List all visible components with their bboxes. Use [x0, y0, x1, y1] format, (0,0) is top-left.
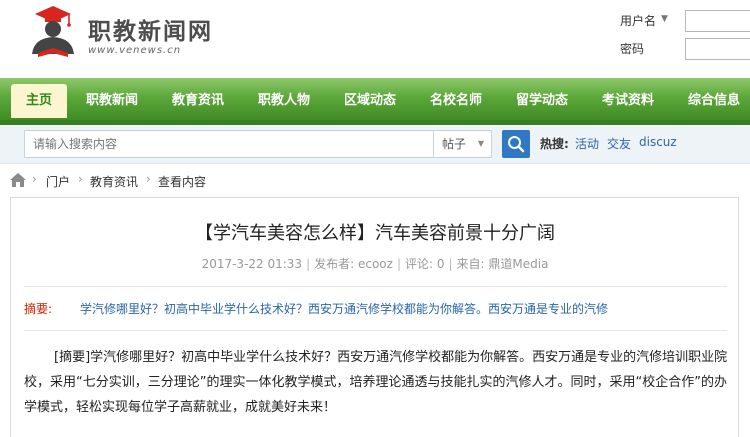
- nav-item-home[interactable]: 主页: [11, 84, 67, 118]
- caret-down-icon[interactable]: ▼: [661, 14, 668, 24]
- article-author[interactable]: 发布者: ecooz: [314, 257, 393, 271]
- nav-item-regional[interactable]: 区域动态: [344, 84, 396, 118]
- site-title[interactable]: 职教新闻网: [88, 12, 213, 46]
- nav-item-vocational-news[interactable]: 职教新闻: [86, 84, 138, 118]
- article-comments[interactable]: 评论: 0: [405, 257, 445, 271]
- search-bar: 帖子 ▼ 热搜: 活动 交友 discuz: [0, 125, 750, 164]
- caret-down-icon: ▼: [477, 139, 484, 148]
- summary-label: 摘要:: [24, 302, 53, 316]
- summary-text: 学汽修哪里好？初高中毕业学什么技术好？西安万通汽修学校都能为你解答。西安万通是专…: [80, 302, 609, 316]
- meta-separator: |: [306, 257, 311, 271]
- nav-item-exams[interactable]: 考试资料: [602, 84, 654, 118]
- home-icon[interactable]: [10, 173, 26, 187]
- search-type-label: 帖子: [442, 137, 467, 151]
- article-date: 2017-3-22 01:33: [201, 257, 303, 271]
- nav-item-general[interactable]: 综合信息: [688, 84, 740, 118]
- breadcrumb-current: 查看内容: [158, 175, 207, 189]
- password-row: 密码: [620, 38, 750, 60]
- password-label: 密码: [620, 42, 645, 56]
- meta-separator: |: [396, 257, 401, 271]
- username-input[interactable]: [685, 10, 750, 32]
- nav-item-study-abroad[interactable]: 留学动态: [516, 84, 568, 118]
- article-title: 【学汽车美容怎么样】汽车美容前景十分广阔: [195, 223, 555, 244]
- article-meta: 2017-3-22 01:33 | 发布者: ecooz | 评论: 0 | 来自: 鼎道M…: [0, 255, 750, 272]
- summary-top-rule: [24, 286, 727, 287]
- hot-link-activity[interactable]: 活动: [575, 135, 599, 152]
- hot-search-label: 热搜:: [540, 137, 569, 151]
- breadcrumb-separator: ›: [78, 172, 83, 186]
- search-icon: [508, 136, 525, 153]
- hot-link-friends[interactable]: 交友: [607, 135, 631, 152]
- hot-link-discuz[interactable]: discuz: [639, 135, 677, 149]
- article-body: [摘要]学汽修哪里好？初高中毕业学什么技术好？西安万通汽修学校都能为你解答。西安…: [24, 350, 728, 415]
- search-type-select[interactable]: 帖子 ▼: [434, 130, 492, 158]
- breadcrumb-portal[interactable]: 门户: [46, 173, 70, 190]
- search-input[interactable]: [24, 130, 434, 158]
- username-row: 用户名 ▼: [620, 10, 750, 32]
- breadcrumb: › 门户 › 教育资讯 › 查看内容: [0, 170, 750, 192]
- site-header: 职教新闻网 www.venews.cn 用户名 ▼ 密码: [0, 0, 750, 78]
- nav-item-schools[interactable]: 名校名师: [430, 84, 482, 118]
- site-url: www.venews.cn: [88, 45, 182, 56]
- search-button[interactable]: [502, 130, 530, 158]
- username-label: 用户名: [620, 14, 657, 28]
- password-input[interactable]: [685, 38, 750, 60]
- nav-item-education-info[interactable]: 教育资讯: [172, 84, 224, 118]
- breadcrumb-separator: ›: [146, 172, 151, 186]
- meta-separator: |: [448, 257, 453, 271]
- nav-item-people[interactable]: 职教人物: [258, 84, 310, 118]
- graduate-logo-icon[interactable]: [24, 4, 82, 62]
- summary-bottom-rule: [24, 330, 727, 331]
- breadcrumb-education-info[interactable]: 教育资讯: [90, 173, 138, 190]
- article-source: 来自: 鼎道Media: [456, 257, 549, 271]
- breadcrumb-separator: ›: [32, 172, 37, 186]
